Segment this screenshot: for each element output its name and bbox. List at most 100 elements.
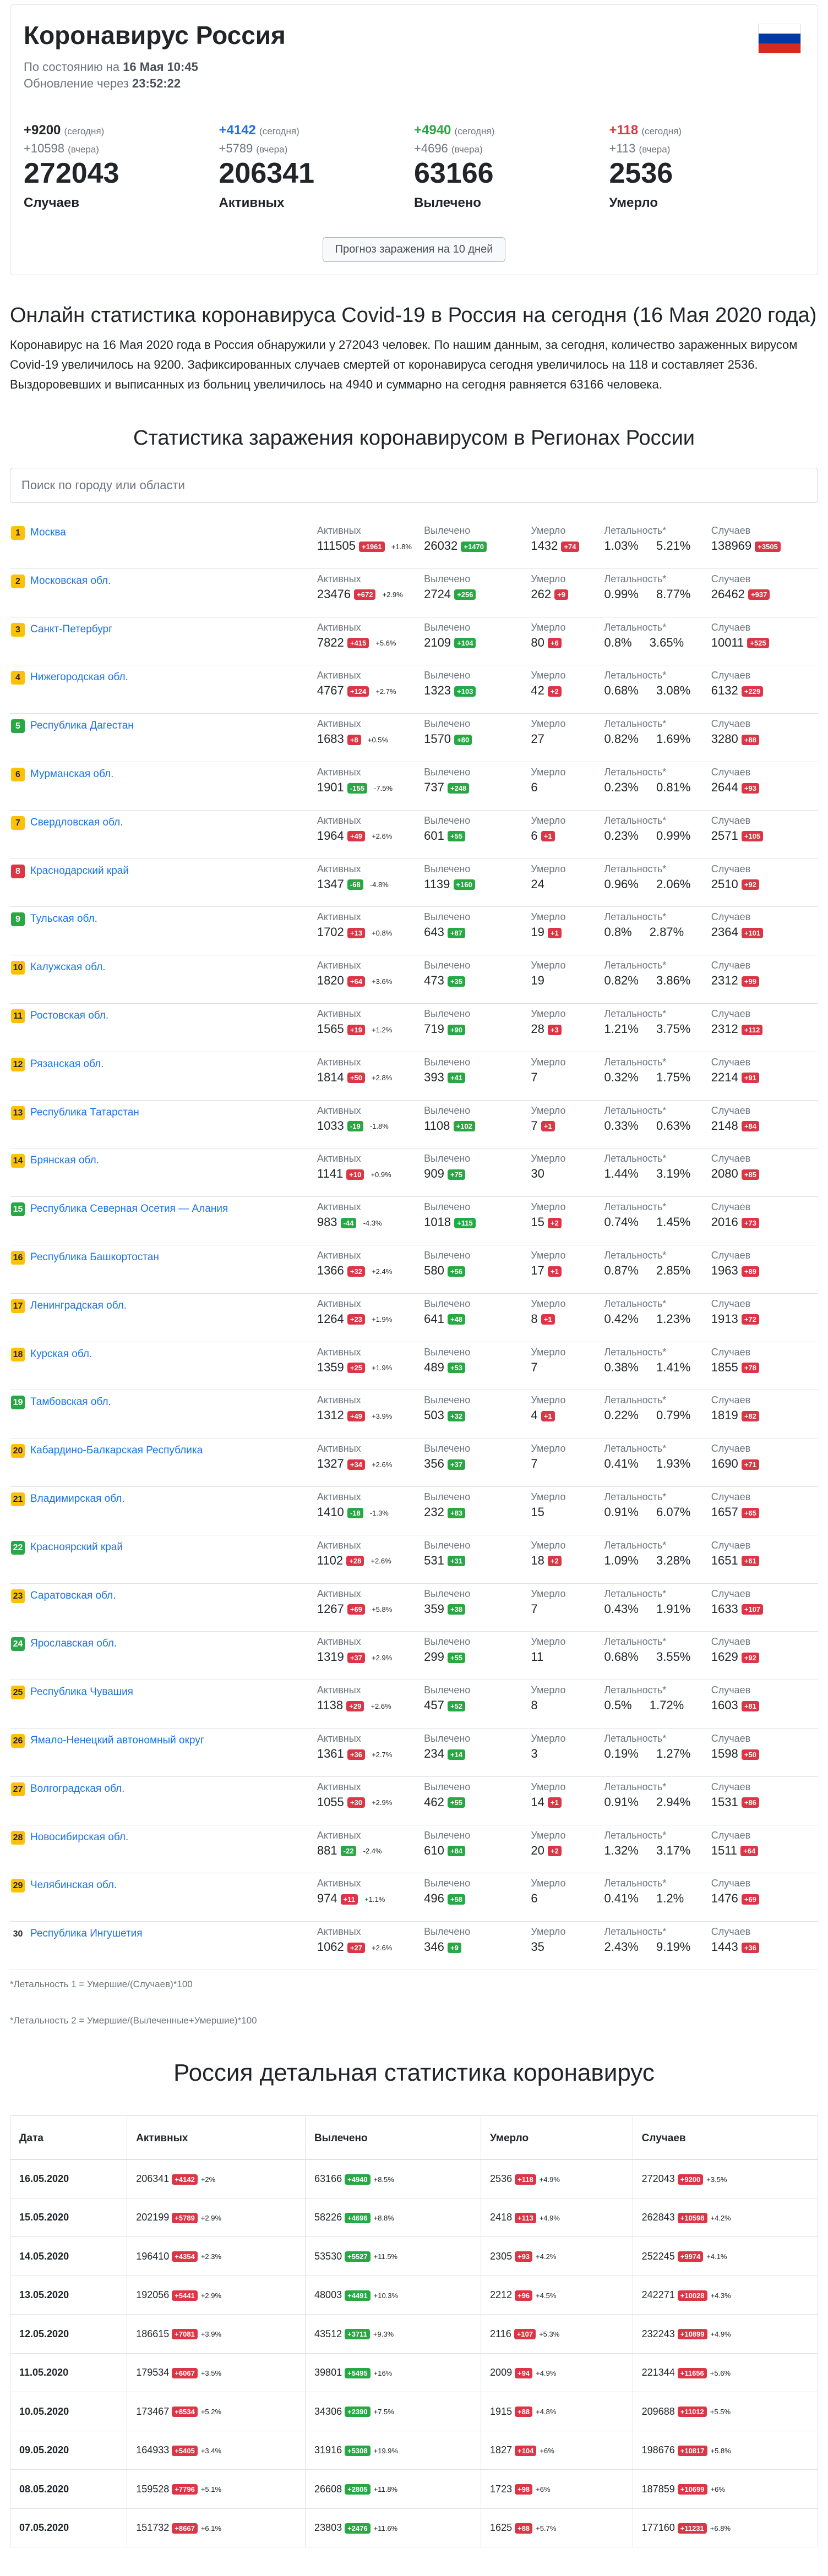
region-link[interactable]: Ростовская обл. [30, 1008, 108, 1024]
active-pct: +0.8% [372, 929, 393, 938]
stat-label: Летальность* [604, 1201, 667, 1213]
stat-died: Умерло 17 +1 [531, 1250, 604, 1293]
region-link[interactable]: Волгоградская обл. [30, 1781, 124, 1797]
region-link[interactable]: Свердловская обл. [30, 815, 123, 830]
stat-lethality: Летальность* 0.19% 1.27% [604, 1733, 711, 1776]
detail-value: 272043 [641, 2173, 675, 2184]
region-link[interactable]: Республика Чувашия [30, 1684, 133, 1700]
detail-cases: 272043 +9200 +3.5% [633, 2159, 819, 2198]
region-link[interactable]: Ярославская обл. [30, 1636, 117, 1651]
stat-died: Умерло 18 +2 [531, 1540, 604, 1583]
region-link[interactable]: Новосибирская обл. [30, 1830, 128, 1845]
detail-delta-badge: +5405 [172, 2445, 198, 2456]
detail-delta-badge: +10899 [677, 2329, 707, 2340]
stat-died: Умерло 20 +2 [531, 1830, 604, 1873]
region-link[interactable]: Брянская обл. [30, 1153, 99, 1168]
detail-pct: +2.9% [200, 2291, 222, 2300]
region-link[interactable]: Республика Дагестан [30, 718, 134, 734]
stat-cases: Случаев 1819 +82 [711, 1394, 818, 1438]
cases-value: 1963 [711, 1263, 738, 1277]
died-delta-badge: +3 [547, 1024, 562, 1035]
stat-value: 643 +87 [424, 925, 531, 939]
stat-lethality: Летальность* 0.41% 1.93% [604, 1443, 711, 1486]
active-value: 4767 [317, 683, 344, 698]
stat-value: 1432 +74 [531, 539, 604, 553]
recovered-delta-badge: +256 [454, 589, 476, 600]
active-delta-badge: +672 [354, 589, 376, 600]
stat-label: Вылечено [424, 960, 471, 971]
region-link[interactable]: Москва [30, 525, 66, 540]
region-link[interactable]: Саратовская обл. [30, 1588, 116, 1604]
region-rank-badge: 5 [11, 719, 25, 734]
forecast-button[interactable]: Прогноз заражения на 10 дней [322, 237, 506, 262]
summary-label: Умерло [609, 195, 658, 210]
stat-label: Вылечено [424, 863, 471, 874]
active-value: 1327 [317, 1457, 344, 1471]
stat-label: Активных [317, 1636, 361, 1648]
stat-cases: Случаев 1657 +65 [711, 1491, 818, 1535]
recovered-delta-badge: +90 [447, 1024, 465, 1035]
region-row: 22 Красноярский край Активных 1102 +28 +2.6… [10, 1535, 818, 1584]
recovered-value: 610 [424, 1843, 444, 1857]
region-link[interactable]: Ямало-Ненецкий автономный округ [30, 1733, 204, 1748]
died-value: 19 [531, 925, 544, 939]
region-link[interactable]: Краснодарский край [30, 863, 129, 879]
region-link[interactable]: Московская обл. [30, 573, 111, 589]
active-pct: +2.6% [371, 1702, 391, 1710]
region-link[interactable]: Республика Северная Осетия — Алания [30, 1201, 228, 1217]
region-link[interactable]: Санкт-Петербург [30, 622, 112, 637]
region-link[interactable]: Калужская обл. [30, 960, 105, 975]
stat-active: Активных 1565 +19 +1.2% [317, 1008, 424, 1052]
region-link[interactable]: Мурманская обл. [30, 767, 113, 782]
stat-label: Летальность* [604, 766, 667, 778]
region-link[interactable]: Нижегородская обл. [30, 670, 128, 685]
lethality-1: 0.68% [604, 1650, 639, 1664]
detail-delta-badge: +5308 [345, 2445, 371, 2456]
region-link[interactable]: Курская обл. [30, 1347, 92, 1362]
recovered-delta-badge: +14 [447, 1749, 465, 1760]
detail-delta-badge: +2476 [345, 2523, 371, 2534]
died-value: 17 [531, 1263, 544, 1277]
summary-total: 206341 [219, 157, 315, 189]
detail-died: 1723 +98 +6% [481, 2469, 633, 2509]
stat-lethality: Летальность* 0.96% 2.06% [604, 863, 711, 907]
region-link[interactable]: Тамбовская обл. [30, 1394, 111, 1410]
stat-cases: Случаев 2016 +73 [711, 1201, 818, 1245]
stat-label: Активных [317, 911, 361, 923]
detail-value: 48003 [314, 2289, 342, 2301]
region-link[interactable]: Республика Башкортостан [30, 1250, 159, 1265]
region-link[interactable]: Кабардино-Балкарская Республика [30, 1443, 203, 1458]
region-rank-badge: 24 [11, 1637, 25, 1651]
search-input[interactable] [10, 468, 818, 503]
region-link[interactable]: Тульская обл. [30, 911, 97, 927]
stat-died: Умерло 42 +2 [531, 670, 604, 713]
region-link[interactable]: Рязанская обл. [30, 1057, 103, 1072]
lethality-1: 0.87% [604, 1263, 639, 1277]
detail-delta-badge: +5789 [172, 2212, 198, 2223]
summary-stats: +9200 (сегодня) +10598 (вчера) 272043 Случа… [24, 123, 804, 211]
region-rank-badge: 30 [13, 1929, 23, 1939]
region-link[interactable]: Красноярский край [30, 1540, 123, 1555]
recovered-delta-badge: +103 [454, 686, 476, 697]
summary-label: Случаев [24, 195, 79, 210]
lethality-2: 1.75% [656, 1070, 691, 1084]
region-link[interactable]: Республика Татарстан [30, 1105, 139, 1120]
region-rank-badge: 28 [11, 1830, 25, 1845]
died-delta-badge: +6 [547, 638, 562, 649]
region-link[interactable]: Ленинградская обл. [30, 1298, 127, 1314]
region-row: 12 Рязанская обл. Активных 1814 +50 +2.8% В… [10, 1052, 818, 1101]
cases-value: 1603 [711, 1698, 738, 1713]
region-row: 23 Саратовская обл. Активных 1267 +69 +5.8%… [10, 1584, 818, 1632]
detail-delta-badge: +3711 [345, 2329, 370, 2340]
stat-label: Случаев [711, 1153, 751, 1164]
stat-died: Умерло 7 [531, 1347, 604, 1390]
region-link[interactable]: Республика Ингушетия [30, 1926, 143, 1941]
active-value: 881 [317, 1843, 337, 1857]
died-value: 30 [531, 1167, 544, 1181]
region-link[interactable]: Челябинская обл. [30, 1878, 117, 1893]
recovered-value: 496 [424, 1891, 444, 1906]
stat-label: Умерло [531, 1636, 566, 1648]
region-link[interactable]: Владимирская обл. [30, 1491, 125, 1507]
stat-lethality: Летальность* 0.22% 0.79% [604, 1394, 711, 1438]
stat-value: 27 [531, 732, 604, 746]
